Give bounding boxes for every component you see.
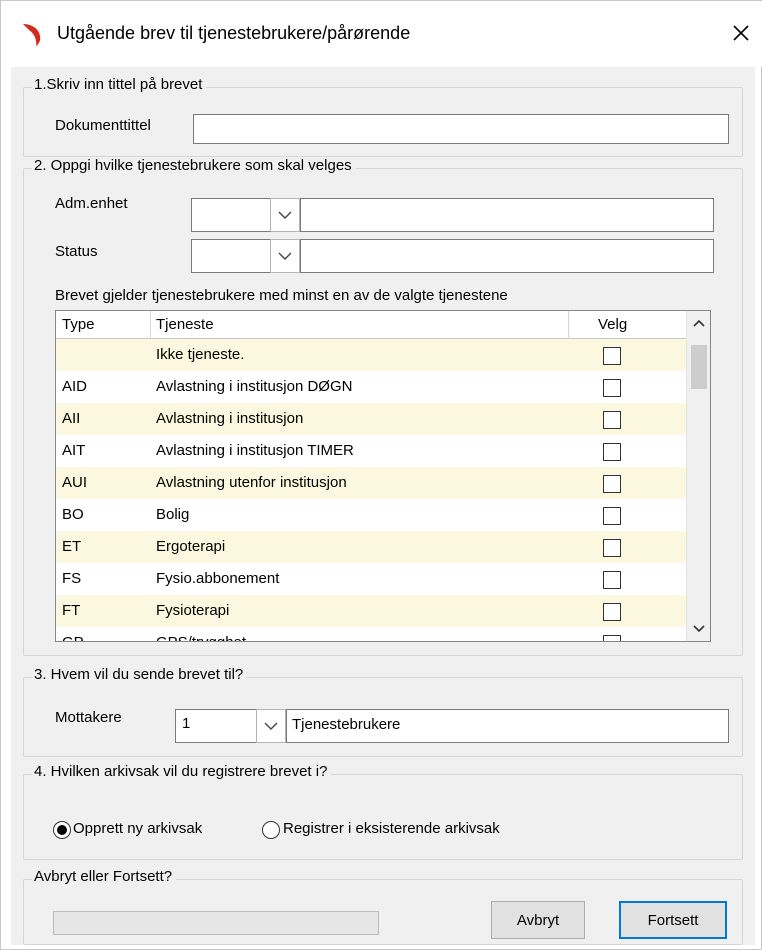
archive-group: 4. Hvilken arkivsak vil du registrere br… (23, 763, 743, 860)
select-checkbox[interactable] (603, 347, 621, 365)
table-row[interactable]: FS Fysio.abbonement (56, 563, 686, 595)
recipients-group-legend: 3. Hvem vil du sende brevet til? (32, 666, 248, 683)
recipients-dropdown-button[interactable] (256, 709, 286, 743)
chevron-down-icon (278, 252, 292, 260)
recipients-code-field[interactable]: 1 (175, 709, 257, 743)
adm-unit-name-field[interactable] (300, 198, 714, 232)
close-icon (733, 25, 749, 41)
continue-button[interactable]: Fortsett (619, 901, 727, 939)
cell-type: ET (62, 538, 82, 555)
cell-type: AID (62, 378, 88, 395)
chevron-down-icon (278, 211, 292, 219)
dialog-window: Utgående brev til tjenestebrukere/pårøre… (0, 0, 762, 950)
table-row[interactable]: AUI Avlastning utenfor institusjon (56, 467, 686, 499)
register-existing-archive-radio[interactable] (262, 821, 280, 839)
cell-service: Avlastning i institusjon DØGN (156, 378, 353, 395)
create-new-archive-label[interactable]: Opprett ny arkivsak (73, 820, 202, 837)
select-checkbox[interactable] (603, 603, 621, 621)
scroll-down-button[interactable] (687, 617, 710, 641)
cell-type: BO (62, 506, 84, 523)
grid-header: Type Tjeneste Velg (56, 311, 686, 339)
select-checkbox[interactable] (603, 539, 621, 557)
status-name-field[interactable] (300, 239, 714, 273)
table-row[interactable]: AII Avlastning i institusjon (56, 403, 686, 435)
cell-type: FT (62, 602, 81, 619)
recipients-name-field[interactable]: Tjenestebrukere (286, 709, 729, 743)
cell-type: AII (62, 410, 81, 427)
window-title: Utgående brev til tjenestebrukere/pårøre… (57, 23, 411, 43)
column-header-service[interactable]: Tjeneste (150, 311, 568, 339)
cell-service: Avlastning i institusjon TIMER (156, 442, 354, 459)
grid-scrollbar[interactable] (686, 311, 710, 641)
grid-body: Ikke tjeneste. AID Avlastning i institus… (56, 339, 686, 641)
adm-unit-code-field[interactable] (191, 198, 271, 232)
scroll-thumb[interactable] (691, 345, 707, 389)
column-header-type[interactable]: Type (56, 311, 150, 339)
cell-service: Avlastning utenfor institusjon (156, 474, 347, 491)
table-row[interactable]: ET Ergoterapi (56, 531, 686, 563)
title-bar[interactable]: Utgående brev til tjenestebrukere/pårøre… (1, 1, 762, 67)
cell-type: AIT (62, 442, 86, 459)
select-checkbox[interactable] (603, 571, 621, 589)
table-row[interactable]: FT Fysioterapi (56, 595, 686, 627)
table-row[interactable]: BO Bolig (56, 499, 686, 531)
adm-unit-dropdown-button[interactable] (270, 198, 300, 232)
select-checkbox[interactable] (603, 507, 621, 525)
cell-service: Ergoterapi (156, 538, 226, 555)
cell-service: Fysio.abbonement (156, 570, 280, 587)
cell-service: GPS/trygghet (156, 627, 246, 641)
actions-group-legend: Avbryt eller Fortsett? (32, 868, 177, 885)
scroll-up-button[interactable] (687, 311, 710, 335)
table-row[interactable]: AID Avlastning i institusjon DØGN (56, 371, 686, 403)
services-grid: Type Tjeneste Velg Ikke tjeneste. AID Av… (55, 310, 711, 642)
cell-service: Avlastning i institusjon (156, 410, 304, 427)
cell-type: GP (62, 627, 84, 641)
document-title-input[interactable] (193, 114, 729, 144)
progress-bar (53, 911, 379, 935)
close-button[interactable] (723, 15, 759, 51)
cell-service: Bolig (156, 506, 190, 523)
status-label: Status (55, 243, 98, 260)
table-row[interactable]: AIT Avlastning i institusjon TIMER (56, 435, 686, 467)
chevron-up-icon (693, 319, 705, 327)
status-code-field[interactable] (191, 239, 271, 273)
select-checkbox[interactable] (603, 411, 621, 429)
column-header-select[interactable]: Velg (568, 311, 686, 339)
select-checkbox[interactable] (603, 379, 621, 397)
services-note: Brevet gjelder tjenestebrukere med minst… (55, 287, 508, 304)
recipients-label: Mottakere (55, 709, 122, 726)
select-checkbox[interactable] (603, 635, 621, 641)
dialog-body: 1.Skriv inn tittel på brevet Dokumenttit… (11, 67, 755, 945)
cell-type: FS (62, 570, 82, 587)
select-checkbox[interactable] (603, 443, 621, 461)
cell-type: AUI (62, 474, 88, 491)
chevron-down-icon (264, 722, 278, 730)
document-title-label: Dokumenttittel (55, 117, 151, 134)
title-group-legend: 1.Skriv inn tittel på brevet (32, 76, 207, 93)
select-checkbox[interactable] (603, 475, 621, 493)
adm-unit-label: Adm.enhet (55, 195, 128, 212)
table-row[interactable]: GP GPS/trygghet (56, 627, 686, 641)
register-existing-archive-label[interactable]: Registrer i eksisterende arkivsak (283, 820, 500, 837)
chevron-down-icon (693, 625, 705, 633)
table-row[interactable]: Ikke tjeneste. (56, 339, 686, 371)
app-logo-icon (23, 24, 41, 46)
cancel-button[interactable]: Avbryt (491, 901, 585, 939)
archive-group-legend: 4. Hvilken arkivsak vil du registrere br… (32, 763, 332, 780)
cell-service: Fysioterapi (156, 602, 230, 619)
cell-service: Ikke tjeneste. (156, 346, 245, 363)
service-users-group-legend: 2. Oppgi hvilke tjenestebrukere som skal… (32, 157, 356, 174)
status-dropdown-button[interactable] (270, 239, 300, 273)
create-new-archive-radio[interactable] (53, 821, 71, 839)
